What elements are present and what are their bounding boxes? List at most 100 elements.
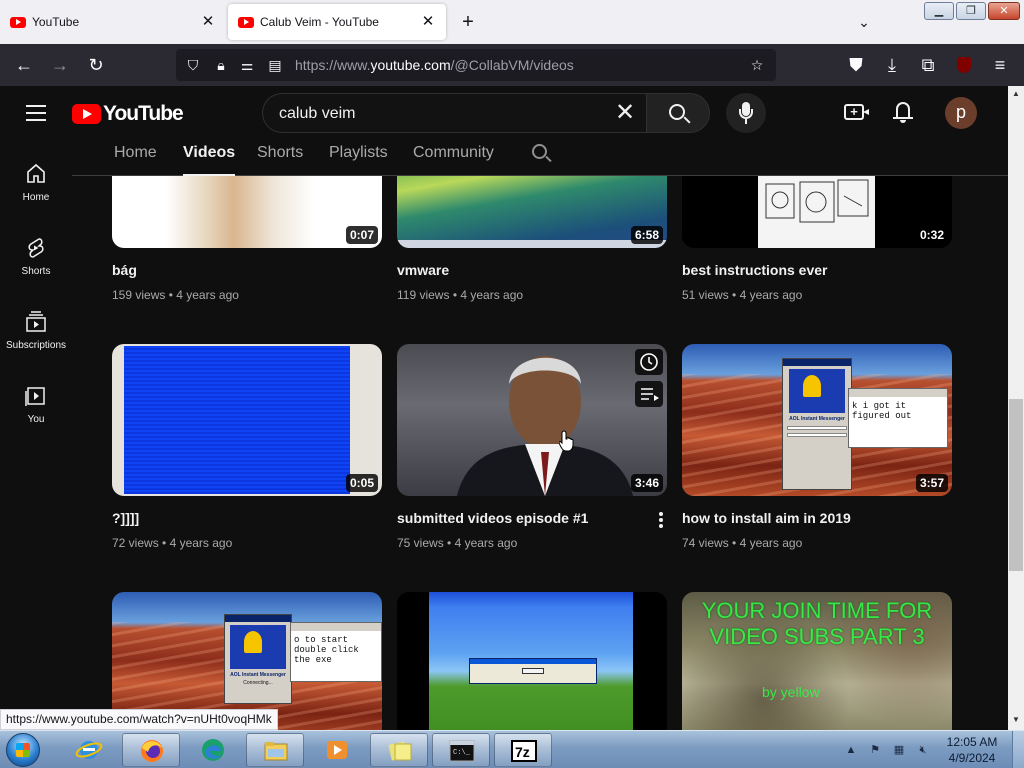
aol-login-window: AOL Instant Messenger Connecting... bbox=[224, 614, 292, 704]
video-card[interactable]: 3:46 submitted videos episode #1 75 view… bbox=[397, 344, 667, 550]
video-card[interactable] bbox=[397, 592, 667, 730]
ublock-icon[interactable] bbox=[952, 53, 976, 77]
lock-icon[interactable]: 🔒︎ bbox=[212, 56, 230, 74]
video-card[interactable]: 6:58 vmware 119 views • 4 years ago bbox=[397, 176, 667, 302]
media-player-icon bbox=[327, 741, 347, 759]
minimize-button[interactable]: ▁ bbox=[924, 2, 954, 20]
video-title[interactable]: vmware bbox=[397, 262, 449, 278]
scroll-down-arrow-icon[interactable]: ▼ bbox=[1008, 712, 1024, 728]
7zip-icon: 7z bbox=[511, 740, 537, 762]
scroll-up-arrow-icon[interactable]: ▲ bbox=[1008, 86, 1024, 102]
volume-muted-icon[interactable]: 🔇︎ bbox=[916, 743, 930, 757]
extensions-puzzle-icon[interactable]: ⧉ bbox=[916, 53, 940, 77]
taskbar-file-explorer[interactable] bbox=[246, 733, 304, 767]
video-card[interactable]: 0:07 bág 159 views • 4 years ago bbox=[112, 176, 382, 302]
list-all-tabs-chevron-icon[interactable]: ⌄ bbox=[854, 12, 874, 32]
taskbar-7zip[interactable]: 7z bbox=[494, 733, 552, 767]
reader-view-icon[interactable]: ▤ bbox=[266, 56, 284, 74]
video-card[interactable]: AOL Instant Messenger k i got it figured… bbox=[682, 344, 952, 550]
duration-badge: 3:57 bbox=[915, 474, 948, 492]
video-thumbnail[interactable]: 0:32 bbox=[682, 176, 952, 248]
watch-later-icon[interactable] bbox=[635, 349, 663, 375]
taskbar-edge[interactable] bbox=[184, 733, 242, 767]
tab-label: Calub Veim - YouTube bbox=[260, 15, 379, 29]
notepad-window: k i got it figured out bbox=[848, 388, 948, 448]
video-title[interactable]: ?]]]] bbox=[112, 510, 139, 526]
tab-playlists[interactable]: Playlists bbox=[329, 144, 388, 162]
duration-badge: 0:05 bbox=[345, 474, 378, 492]
video-card[interactable]: 0:32 best instructions ever 51 views • 4… bbox=[682, 176, 952, 302]
search-button[interactable] bbox=[646, 93, 710, 133]
green-byline-text: by yellow bbox=[762, 684, 820, 700]
network-icon[interactable]: ▦ bbox=[892, 743, 906, 757]
tab-youtube[interactable]: YouTube ✕ bbox=[0, 0, 226, 44]
video-meta: 75 views • 4 years ago bbox=[397, 536, 518, 550]
scrollbar-thumb[interactable] bbox=[1009, 399, 1023, 571]
bookmark-star-icon[interactable]: ☆ bbox=[748, 56, 766, 74]
new-tab-button[interactable]: + bbox=[458, 12, 478, 32]
tracking-shield-icon[interactable]: ⛉ bbox=[184, 56, 202, 74]
avatar[interactable]: p bbox=[945, 97, 977, 129]
show-hidden-icons-chevron-icon[interactable]: ▲ bbox=[844, 743, 858, 757]
close-tab-icon[interactable]: ✕ bbox=[200, 14, 216, 30]
taskbar-sticky-notes[interactable] bbox=[370, 733, 428, 767]
voice-search-button[interactable] bbox=[726, 93, 766, 133]
video-meta: 72 views • 4 years ago bbox=[112, 536, 233, 550]
back-arrow-icon[interactable]: ← bbox=[12, 53, 36, 77]
app-menu-icon[interactable]: ≡ bbox=[988, 53, 1012, 77]
page-scrollbar[interactable]: ▲ ▼ bbox=[1008, 86, 1024, 730]
video-card[interactable]: YOUR JOIN TIME FOR VIDEO SUBS PART 3 by … bbox=[682, 592, 952, 730]
taskbar-command-prompt[interactable]: C:\_ bbox=[432, 733, 490, 767]
video-meta: 74 views • 4 years ago bbox=[682, 536, 803, 550]
video-thumbnail[interactable]: 6:58 bbox=[397, 176, 667, 248]
guide-menu-icon[interactable] bbox=[26, 105, 46, 121]
screen: YouTube ✕ Calub Veim - YouTube ✕ + ⌄ ▁ ❐… bbox=[0, 0, 1024, 768]
video-thumbnail[interactable] bbox=[397, 592, 667, 730]
video-thumbnail[interactable]: 3:46 bbox=[397, 344, 667, 496]
tab-shorts[interactable]: Shorts bbox=[257, 144, 303, 162]
notifications-bell-icon[interactable] bbox=[893, 100, 913, 124]
video-thumbnail[interactable]: YOUR JOIN TIME FOR VIDEO SUBS PART 3 by … bbox=[682, 592, 952, 730]
channel-tabs: Home Videos Shorts Playlists Community bbox=[72, 142, 1008, 176]
close-tab-icon[interactable]: ✕ bbox=[420, 14, 436, 30]
taskbar-media-player[interactable] bbox=[308, 733, 366, 767]
add-to-queue-icon[interactable] bbox=[635, 381, 663, 407]
more-actions-icon[interactable] bbox=[659, 512, 663, 528]
tab-videos[interactable]: Videos bbox=[183, 144, 236, 176]
restore-button[interactable]: ❐ bbox=[956, 2, 986, 20]
create-video-icon[interactable]: + bbox=[844, 104, 869, 120]
duration-badge: 0:32 bbox=[915, 226, 948, 244]
video-title[interactable]: submitted videos episode #1 bbox=[397, 510, 588, 526]
command-prompt-icon: C:\_ bbox=[449, 740, 475, 762]
channel-search-icon[interactable] bbox=[532, 144, 547, 159]
system-clock[interactable]: 12:05 AM 4/9/2024 bbox=[942, 734, 1002, 766]
start-button[interactable] bbox=[6, 733, 40, 767]
clear-search-icon[interactable]: ✕ bbox=[612, 100, 638, 126]
youtube-logo[interactable]: YouTube bbox=[72, 102, 184, 126]
video-title[interactable]: best instructions ever bbox=[682, 262, 828, 278]
forward-arrow-icon[interactable]: → bbox=[48, 53, 72, 77]
video-title[interactable]: how to install aim in 2019 bbox=[682, 510, 851, 526]
reload-icon[interactable]: ↻ bbox=[84, 53, 108, 77]
video-title[interactable]: bág bbox=[112, 262, 137, 278]
downloads-icon[interactable]: ⤓ bbox=[880, 53, 904, 77]
search-box[interactable]: calub veim ✕ bbox=[262, 93, 646, 133]
pocket-icon[interactable]: ⛊ bbox=[844, 53, 868, 77]
show-desktop-button[interactable] bbox=[1012, 731, 1024, 768]
tab-community[interactable]: Community bbox=[413, 144, 494, 162]
taskbar-internet-explorer[interactable] bbox=[60, 733, 118, 767]
taskbar-firefox[interactable] bbox=[122, 733, 180, 767]
search-input[interactable]: calub veim bbox=[279, 105, 355, 123]
video-card[interactable]: 0:05 ?]]]] 72 views • 4 years ago bbox=[112, 344, 382, 550]
permissions-icon[interactable]: ⚌ bbox=[238, 56, 256, 74]
close-window-button[interactable]: ✕ bbox=[988, 2, 1020, 20]
tab-calub-veim[interactable]: Calub Veim - YouTube ✕ bbox=[228, 4, 446, 40]
address-bar[interactable]: ⛉ 🔒︎ ⚌ ▤ https://www.youtube.com/@Collab… bbox=[176, 49, 776, 81]
tab-home[interactable]: Home bbox=[114, 144, 157, 162]
video-thumbnail[interactable]: 0:05 bbox=[112, 344, 382, 496]
youtube-play-logo-icon bbox=[72, 104, 101, 124]
video-thumbnail[interactable]: 0:07 bbox=[112, 176, 382, 248]
action-center-flag-icon[interactable]: ⚑ bbox=[868, 743, 882, 757]
url-text[interactable]: https://www.youtube.com/@CollabVM/videos bbox=[295, 57, 574, 73]
video-thumbnail[interactable]: AOL Instant Messenger k i got it figured… bbox=[682, 344, 952, 496]
